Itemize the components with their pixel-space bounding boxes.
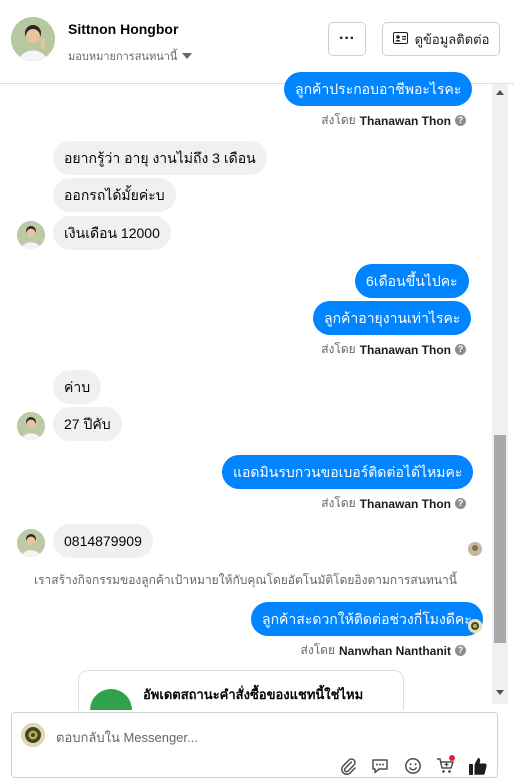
contact-card-icon bbox=[392, 31, 408, 47]
help-icon[interactable]: ? bbox=[455, 115, 466, 126]
message-incoming: อยากรู้ว่า อายุ งานไม่ถึง 3 เดือน bbox=[53, 141, 267, 175]
message-incoming: ออกรถได้มั้ยค่ะบ bbox=[53, 178, 176, 212]
chat-icon[interactable] bbox=[370, 756, 390, 776]
view-contact-button[interactable]: ดูข้อมูลติดต่อ bbox=[382, 22, 500, 56]
message-outgoing: ลูกค้าสะดวกให้ติดต่อช่วงกี่โมงดีคะ bbox=[251, 602, 483, 636]
ellipsis-icon: ··· bbox=[339, 30, 355, 47]
scrollbar-thumb[interactable] bbox=[494, 435, 506, 643]
help-icon[interactable]: ? bbox=[455, 498, 466, 509]
reply-input[interactable] bbox=[56, 728, 456, 746]
contact-avatar[interactable] bbox=[11, 17, 55, 61]
sender-name: Thanawan Thon bbox=[359, 496, 451, 511]
assign-label: มอบหมายการสนทนานี้ bbox=[68, 51, 178, 63]
message-incoming: เงินเดือน 12000 bbox=[53, 216, 171, 250]
message-incoming: ค่าบ bbox=[53, 370, 102, 404]
message-outgoing: ลูกค้าอายุงานเท่าไรคะ bbox=[313, 301, 472, 335]
system-note: เราสร้างกิจกรรมของลูกค้าเป้าหมายให้กับคุ… bbox=[34, 573, 457, 587]
like-icon[interactable] bbox=[468, 756, 488, 776]
emoji-icon[interactable] bbox=[403, 756, 423, 776]
message-incoming: 27 ปีคับ bbox=[53, 407, 122, 441]
cart-icon[interactable] bbox=[435, 755, 455, 776]
contact-avatar-small bbox=[17, 221, 45, 249]
sender-name: Thanawan Thon bbox=[359, 342, 451, 357]
notification-dot bbox=[449, 755, 455, 761]
sender-name: Thanawan Thon bbox=[359, 113, 451, 128]
page-avatar bbox=[21, 723, 45, 747]
attach-icon[interactable] bbox=[338, 756, 358, 776]
help-icon[interactable]: ? bbox=[455, 645, 466, 656]
contact-name: Sittnon Hongbor bbox=[68, 21, 179, 37]
message-outgoing: ลูกค้าประกอบอาชีพอะไรคะ bbox=[284, 72, 473, 106]
help-icon[interactable]: ? bbox=[455, 344, 466, 355]
scroll-down-arrow-icon[interactable] bbox=[496, 690, 504, 695]
reply-composer bbox=[11, 712, 498, 778]
order-status-title: อัพเดตสถานะคำสั่งซื้อของแชทนี้ใช่ไหม bbox=[143, 687, 364, 702]
message-outgoing: แอดมินรบกวนขอเบอร์ติดต่อได้ไหมคะ bbox=[222, 455, 474, 489]
more-options-button[interactable]: ··· bbox=[328, 22, 366, 56]
scroll-up-arrow-icon[interactable] bbox=[496, 90, 504, 95]
sent-by-label: ส่งโดย Thanawan Thon ? bbox=[321, 111, 466, 130]
sent-by-label: ส่งโดย Thanawan Thon ? bbox=[321, 494, 466, 513]
read-receipt-avatar bbox=[468, 619, 482, 633]
read-receipt-avatar bbox=[468, 542, 482, 556]
message-outgoing: 6เดือนขึ้นไปคะ bbox=[355, 264, 469, 298]
contact-avatar-small bbox=[17, 412, 45, 440]
order-status-icon bbox=[90, 689, 132, 710]
sender-name: Nanwhan Nanthanit bbox=[338, 643, 451, 658]
message-incoming: 0814879909 bbox=[53, 524, 153, 558]
view-contact-label: ดูข้อมูลติดต่อ bbox=[414, 31, 490, 47]
assign-conversation-dropdown[interactable]: มอบหมายการสนทนานี้ bbox=[68, 47, 193, 65]
order-status-card[interactable]: อัพเดตสถานะคำสั่งซื้อของแชทนี้ใช่ไหม bbox=[78, 670, 404, 710]
sent-by-label: ส่งโดย Thanawan Thon ? bbox=[321, 340, 466, 359]
contact-avatar-small bbox=[17, 529, 45, 557]
caret-down-icon bbox=[182, 53, 193, 59]
sent-by-label: ส่งโดย Nanwhan Nanthanit ? bbox=[301, 641, 466, 660]
